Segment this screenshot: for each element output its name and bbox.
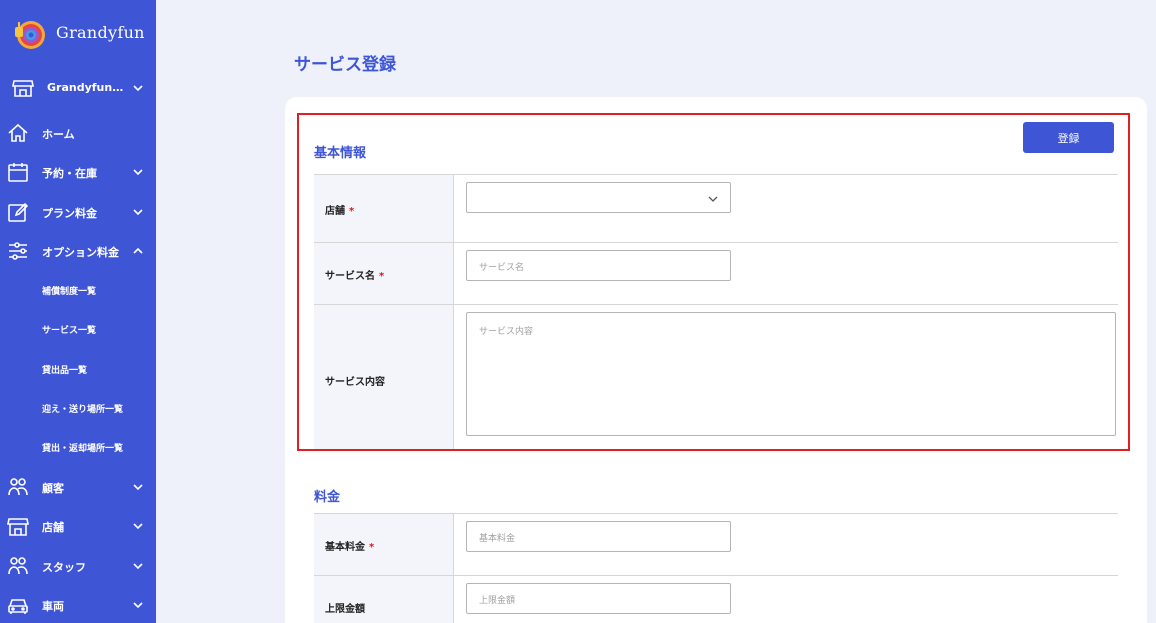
chevron-down-icon [133,209,143,216]
nav-item-label: プラン料金 [42,207,97,220]
store-select[interactable] [466,182,731,213]
nav-item-customers[interactable]: 顧客 [0,472,156,502]
service-name-label: サービス名 * [325,267,384,282]
edit-icon [8,202,29,222]
nav-item-staff[interactable]: スタッフ [0,551,156,581]
staff-icon [8,557,28,575]
basic-info-section-title: 基本情報 [314,146,367,161]
form-row-max-amount: 上限金額 上限金額 [314,575,1118,623]
max-amount-input[interactable]: 上限金額 [466,583,731,614]
form-row-service-name: サービス名 * サービス名 [314,242,1118,304]
nav-item-label: ホーム [42,128,75,141]
chevron-down-icon [133,602,143,609]
sliders-icon [9,242,27,260]
service-description-textarea[interactable]: サービス内容 [466,312,1116,436]
required-mark: * [369,542,375,553]
nav-item-vehicles[interactable]: 車両 [0,590,156,620]
chevron-down-icon [133,169,143,176]
service-name-label-text: サービス名 [325,271,375,282]
base-fee-placeholder: 基本料金 [479,534,516,544]
form-row-store: 店舗 * [314,174,1118,242]
page-title: サービス登録 [294,55,396,75]
service-name-input[interactable]: サービス名 [466,250,731,281]
sidebar: Grandyfun Grandyfun… ホーム 予約・在庫 プラン料金 オプシ… [0,0,156,623]
nav-item-stores[interactable]: 店舗 [0,511,156,541]
max-amount-label: 上限金額 [325,604,365,615]
max-amount-placeholder: 上限金額 [479,596,516,606]
brand-name: Grandyfun [56,22,145,42]
base-fee-input[interactable]: 基本料金 [466,521,731,552]
store-icon [12,80,34,97]
register-button[interactable]: 登録 [1023,122,1114,153]
brand[interactable]: Grandyfun [12,14,145,50]
required-mark: * [379,271,385,282]
form-row-base-fee: 基本料金 * 基本料金 [314,513,1118,575]
chevron-up-icon [133,247,143,254]
service-desc-label: サービス内容 [325,377,385,388]
store-icon [7,518,29,536]
nav-item-label: オプション料金 [42,246,119,259]
nav-item-plan[interactable]: プラン料金 [0,197,156,227]
nav-item-label: 予約・在庫 [42,167,97,180]
users-icon [8,478,28,496]
store-selector-label: Grandyfun… [47,81,124,94]
form-row-service-description: サービス内容 サービス内容 [314,304,1118,450]
nav-item-label: 顧客 [42,482,64,495]
base-fee-label-text: 基本料金 [325,542,365,553]
nav-item-option[interactable]: オプション料金 [0,236,156,266]
calendar-icon [8,163,28,182]
store-label: 店舗 * [325,202,354,217]
nav-item-reservation[interactable]: 予約・在庫 [0,157,156,187]
submenu-item-pickup-places[interactable]: 迎え・送り場所一覧 [42,402,123,416]
submenu-item-services[interactable]: サービス一覧 [42,323,96,337]
service-name-placeholder: サービス名 [479,263,525,273]
submenu-item-insurance[interactable]: 補償制度一覧 [42,284,96,298]
car-icon [8,599,28,614]
home-icon [8,123,28,142]
brand-logo-icon [15,21,45,49]
nav-item-home[interactable]: ホーム [0,118,156,148]
pricing-section-title: 料金 [314,490,341,505]
chevron-down-icon [133,563,143,570]
nav-item-label: 車両 [42,600,64,613]
chevron-down-icon [708,196,718,202]
service-description-placeholder: サービス内容 [479,327,534,337]
store-label-text: 店舗 [325,206,345,217]
required-mark: * [349,206,355,217]
chevron-down-icon [133,85,143,92]
chevron-down-icon [133,523,143,530]
base-fee-label: 基本料金 * [325,538,374,553]
nav-item-label: 店舗 [42,521,64,534]
nav-item-label: スタッフ [42,561,86,574]
submenu-item-rental-return-places[interactable]: 貸出・返却場所一覧 [42,441,123,455]
store-selector[interactable]: Grandyfun… [0,72,156,104]
chevron-down-icon [133,484,143,491]
submenu-item-rentals[interactable]: 貸出品一覧 [42,363,87,377]
